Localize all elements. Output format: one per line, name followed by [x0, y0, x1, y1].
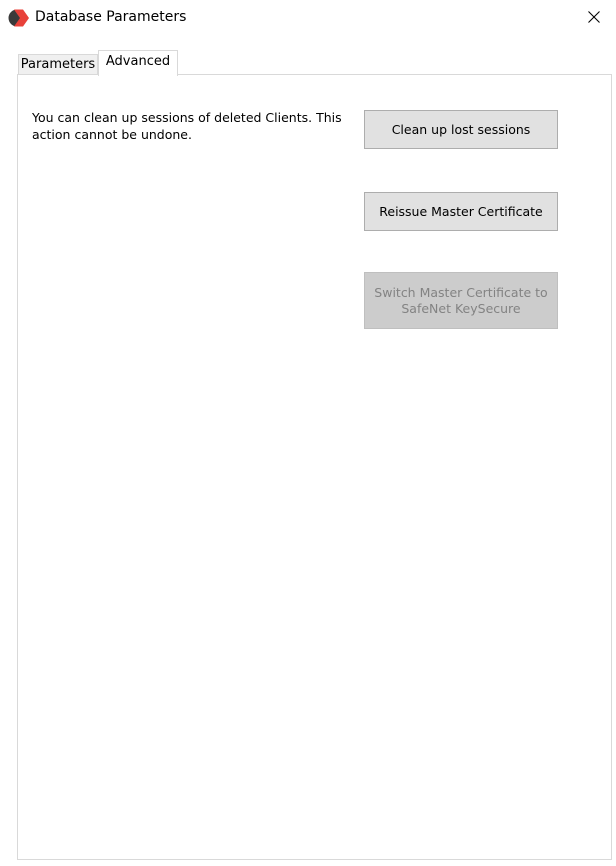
title-bar: Database Parameters [0, 0, 616, 38]
tab-parameters[interactable]: Parameters [18, 54, 98, 75]
advanced-tab-panel: You can clean up sessions of deleted Cli… [17, 74, 612, 860]
close-icon [588, 10, 600, 26]
app-logo-icon [8, 8, 30, 28]
tab-advanced[interactable]: Advanced [98, 50, 178, 76]
reissue-master-certificate-button[interactable]: Reissue Master Certificate [364, 192, 558, 231]
close-button[interactable] [572, 0, 616, 36]
cleanup-description: You can clean up sessions of deleted Cli… [32, 110, 342, 142]
database-parameters-window: Database Parameters Parameters Advanced … [0, 0, 616, 866]
window-title: Database Parameters [35, 9, 187, 25]
clean-up-lost-sessions-button[interactable]: Clean up lost sessions [364, 110, 558, 149]
switch-master-certificate-button: Switch Master Certificate to SafeNet Key… [364, 272, 558, 329]
